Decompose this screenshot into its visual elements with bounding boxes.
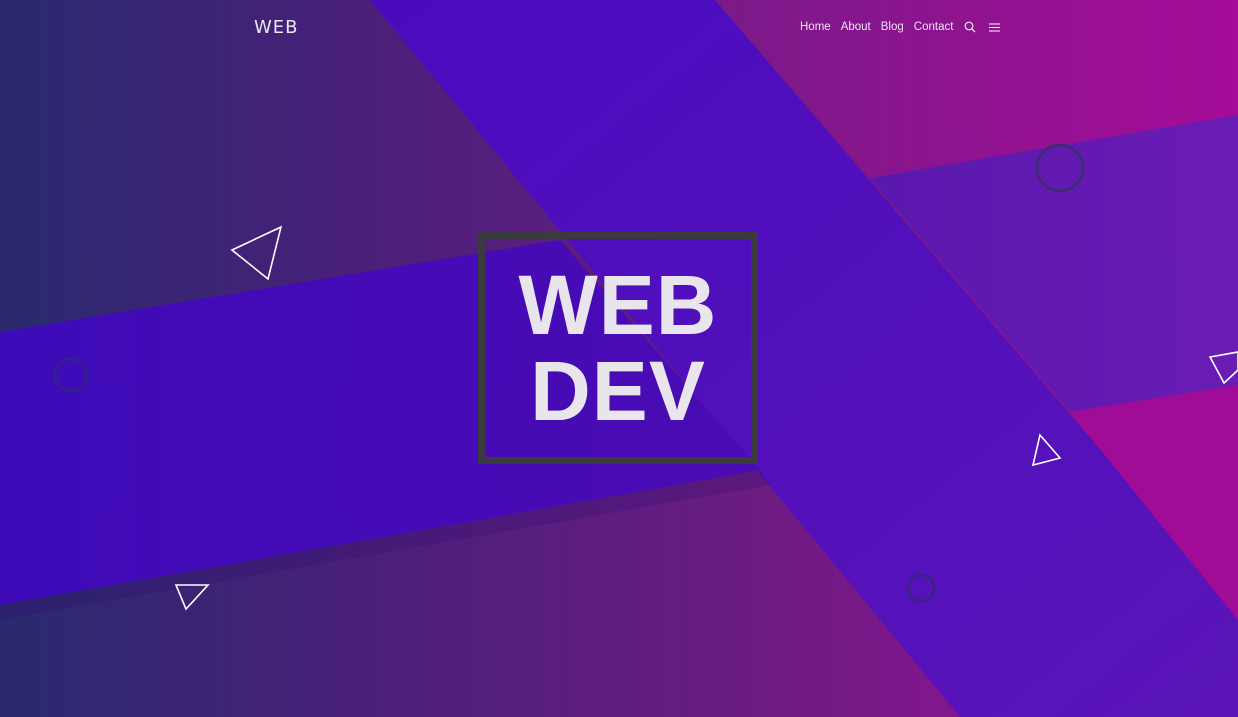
nav-link-about[interactable]: About <box>841 21 871 33</box>
main-nav: Home About Blog Contact <box>800 20 1001 34</box>
search-icon[interactable] <box>963 20 977 34</box>
hero-title-line-2: DEV <box>530 344 706 438</box>
nav-link-home[interactable]: Home <box>800 21 831 33</box>
hero-title-frame: WEB DEV <box>478 232 758 464</box>
nav-link-contact[interactable]: Contact <box>914 21 954 33</box>
triangle-outline-left-top <box>230 225 283 281</box>
nav-link-blog[interactable]: Blog <box>881 21 904 33</box>
triangle-outline-left-bottom <box>174 584 210 611</box>
site-logo[interactable]: WEB <box>254 17 299 38</box>
hero-title-line-1: WEB <box>518 258 718 352</box>
menu-icon[interactable] <box>987 20 1001 34</box>
